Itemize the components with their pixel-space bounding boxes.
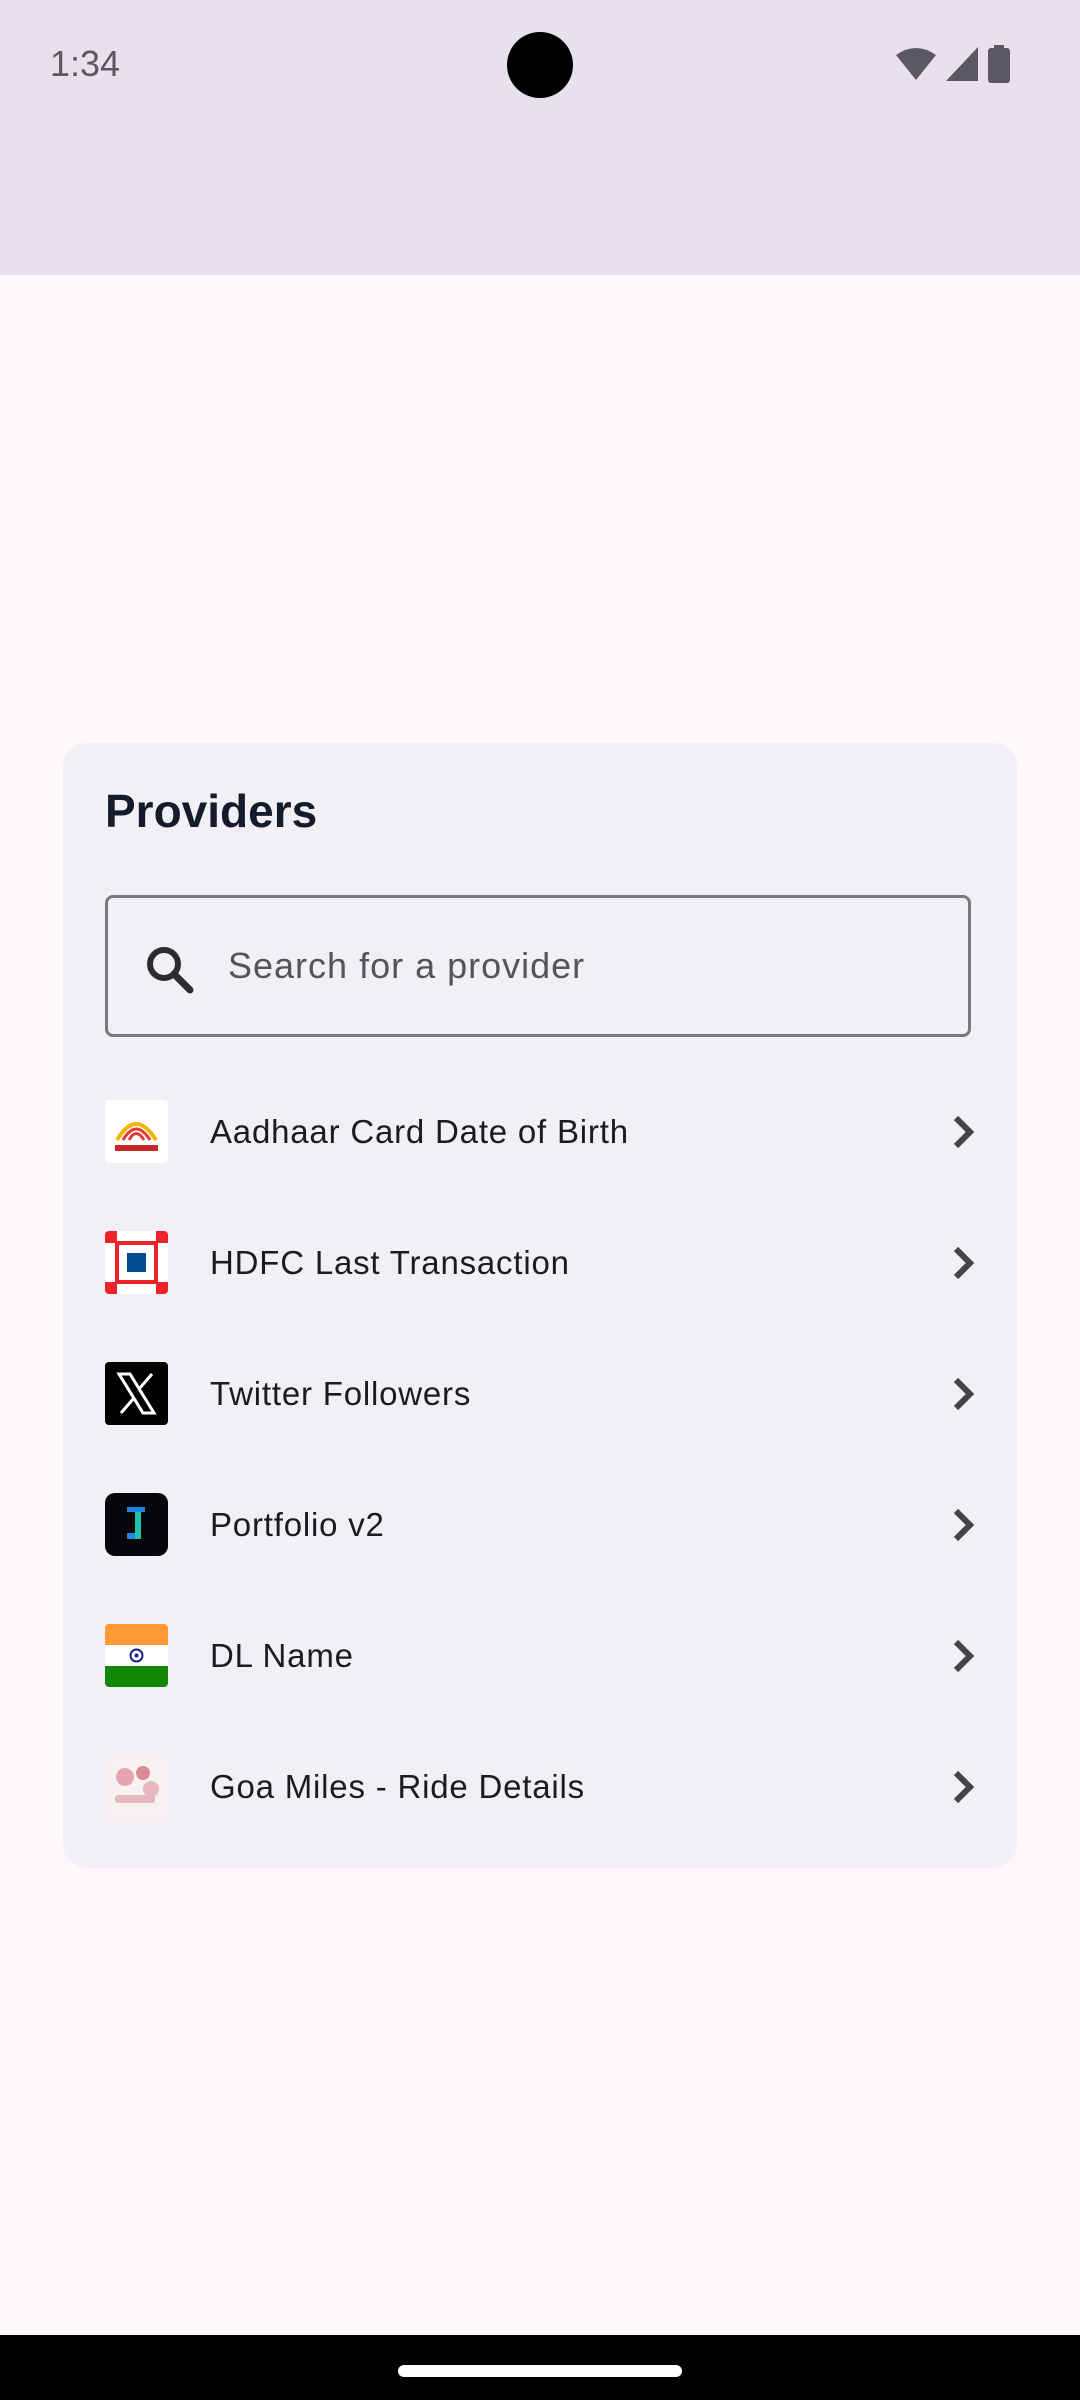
india-flag-icon [105,1624,168,1687]
wifi-icon [896,47,936,81]
provider-list: Aadhaar Card Date of Birth HDFC Last Tra… [63,1066,1017,1852]
provider-name: DL Name [210,1637,354,1674]
provider-name: HDFC Last Transaction [210,1244,570,1281]
chevron-right-icon [943,1636,983,1676]
hdfc-logo-icon [105,1231,168,1294]
provider-item-aadhaar[interactable]: Aadhaar Card Date of Birth [63,1066,1017,1197]
search-icon [144,944,194,994]
provider-item-dl-name[interactable]: DL Name [63,1590,1017,1721]
providers-title: Providers [105,785,318,837]
chevron-right-icon [943,1243,983,1283]
portfolio-logo-icon [105,1493,168,1556]
search-box[interactable] [105,895,971,1037]
provider-name: Aadhaar Card Date of Birth [210,1113,629,1150]
chevron-right-icon [943,1505,983,1545]
camera-cutout [507,32,573,98]
chevron-right-icon [943,1374,983,1414]
chevron-right-icon [943,1112,983,1152]
provider-item-hdfc[interactable]: HDFC Last Transaction [63,1197,1017,1328]
provider-item-portfolio[interactable]: Portfolio v2 [63,1459,1017,1590]
x-logo-icon [105,1362,168,1425]
provider-name: Twitter Followers [210,1375,472,1412]
provider-item-twitter[interactable]: Twitter Followers [63,1328,1017,1459]
provider-name: Goa Miles - Ride Details [210,1768,585,1805]
status-bar: 1:34 [0,0,1080,275]
goa-miles-logo-icon [105,1755,168,1818]
status-icons [896,44,1010,84]
provider-name: Portfolio v2 [210,1506,385,1543]
aadhaar-logo-icon [105,1100,168,1163]
search-input[interactable] [228,928,948,1004]
cellular-signal-icon [946,47,978,81]
home-indicator[interactable] [398,2365,682,2377]
status-time: 1:34 [50,43,121,84]
provider-item-goa-miles[interactable]: Goa Miles - Ride Details [63,1721,1017,1852]
battery-icon [988,45,1010,83]
chevron-right-icon [943,1767,983,1807]
providers-card: Providers Aadhaar Card Date of Birth [63,743,1017,1868]
